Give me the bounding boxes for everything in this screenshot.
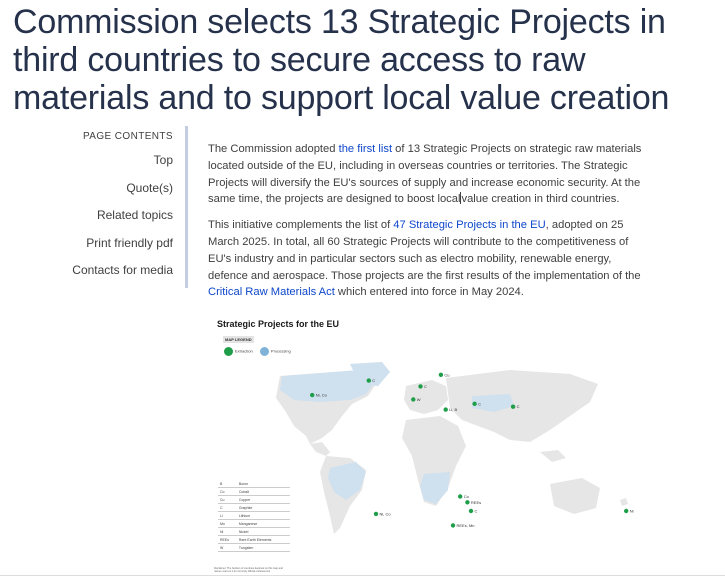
project-marker <box>366 378 371 383</box>
abbreviation-name: Graphite <box>236 503 290 512</box>
legend-processing-label: Processing <box>270 348 291 354</box>
page-contents-nav: PAGE CONTENTS Top Quote(s) Related topic… <box>60 126 188 288</box>
project-marker-label: Co <box>464 494 470 499</box>
project-marker <box>438 372 444 377</box>
se-asia-shape <box>540 450 566 462</box>
project-marker <box>418 384 423 389</box>
abbreviation-row: REEs Rare Earth Elements <box>218 535 290 544</box>
abbreviation-code: Co <box>218 487 237 496</box>
eu-projects-link[interactable]: 47 Strategic Projects in the EU <box>393 219 545 231</box>
abbreviation-row: Ni Nickel <box>218 527 290 536</box>
legend-extraction: Extraction <box>224 347 253 356</box>
project-marker-label: Ni, Co <box>316 393 328 398</box>
project-marker-label: Cu <box>444 372 449 377</box>
strategic-projects-map: Strategic Projects for the EU MAP LEGEND… <box>210 312 643 577</box>
map-title: Strategic Projects for the EU <box>217 319 340 329</box>
abbreviation-code: W <box>218 543 237 552</box>
project-marker <box>472 401 477 406</box>
abbreviation-name: Tungsten <box>236 543 290 552</box>
map-disclaimer: Disclaimer: The borders of countries dep… <box>214 567 283 573</box>
abbreviation-name: Lithium <box>236 511 290 520</box>
project-marker <box>443 407 448 412</box>
project-marker-label: C <box>424 384 427 389</box>
abbreviation-code: REEs <box>218 535 237 544</box>
page-title: Commission selects 13 Strategic Projects… <box>13 3 670 117</box>
project-marker-label: C <box>478 401 481 406</box>
project-marker <box>373 511 379 517</box>
project-marker-label: C <box>372 378 375 383</box>
abbreviation-code: B <box>218 480 237 488</box>
project-marker <box>458 494 463 499</box>
abbreviation-code: Cu <box>218 495 237 504</box>
project-marker <box>310 392 315 398</box>
abbreviation-table: B Boron Co Cobalt Cu Copper C Graphite Li Lithium… <box>218 480 290 552</box>
legend-processing: Processing <box>259 347 291 356</box>
p1-text-1: The Commission adopted <box>208 143 339 155</box>
abbreviation-row: Mn Manganese <box>218 519 290 528</box>
abbreviation-name: Nickel <box>236 527 290 536</box>
project-marker-label: Li, B <box>449 407 457 412</box>
abbreviation-row: B Boron <box>218 480 290 488</box>
paragraph-2: This initiative complements the list of … <box>208 217 653 301</box>
abbreviation-code: Li <box>218 511 237 520</box>
toc-link-contacts-media[interactable]: Contacts for media <box>60 263 173 277</box>
map-legend-tag: MAP LEGEND <box>223 336 254 343</box>
map-legend: Extraction Processing <box>224 347 297 356</box>
abbreviation-row: W Tungsten <box>218 543 290 552</box>
australia-shape <box>550 478 600 514</box>
extraction-icon <box>224 347 233 356</box>
abbreviation-name: Manganese <box>236 519 290 528</box>
p1-text-3: value creation in third countries. <box>461 193 620 206</box>
project-marker-label: REEs <box>471 500 481 505</box>
project-marker-label: Ni, Co <box>380 511 392 516</box>
project-marker-label: Ni <box>630 509 634 514</box>
project-marker <box>468 508 474 514</box>
abbreviation-name: Rare Earth Elements <box>236 535 290 544</box>
abbreviation-row: Co Cobalt <box>218 487 290 496</box>
abbreviation-code: C <box>218 503 237 512</box>
toc-link-quotes[interactable]: Quote(s) <box>60 181 173 195</box>
toc-link-top[interactable]: Top <box>60 153 173 167</box>
p2-text-1: This initiative complements the list of <box>208 219 394 232</box>
abbreviation-name: Copper <box>236 495 290 504</box>
project-marker <box>411 397 416 402</box>
p2-text-3: which entered into force in May 2024. <box>334 286 524 299</box>
project-marker-label: REEs, Mn <box>457 523 475 528</box>
project-marker <box>450 523 456 528</box>
legend-extraction-label: Extraction <box>235 348 253 354</box>
southern-africa-shape <box>420 472 450 504</box>
toc-link-print-pdf[interactable]: Print friendly pdf <box>60 236 173 250</box>
toc-link-related-topics[interactable]: Related topics <box>60 208 173 222</box>
bottom-divider <box>0 575 725 576</box>
project-marker <box>624 508 629 514</box>
project-marker-label: C <box>517 404 520 409</box>
new-caledonia-shape <box>620 498 628 506</box>
project-marker <box>465 500 470 505</box>
processing-icon <box>259 347 269 356</box>
abbreviation-code: Ni <box>218 527 237 536</box>
crma-link[interactable]: Critical Raw Materials Act <box>208 286 335 298</box>
first-list-link[interactable]: the first list <box>339 143 392 155</box>
paragraph-1: The Commission adopted the first list of… <box>208 141 653 208</box>
project-marker <box>510 404 516 409</box>
article-body: The Commission adopted the first list of… <box>208 141 653 310</box>
abbreviation-name: Boron <box>236 480 290 488</box>
project-marker-label: W <box>417 397 421 402</box>
central-america-shape <box>310 442 330 456</box>
abbreviation-row: Li Lithium <box>218 511 290 520</box>
abbreviation-row: Cu Copper <box>218 495 290 504</box>
abbreviation-name: Cobalt <box>236 487 290 496</box>
asia-shape <box>446 370 598 442</box>
page-contents-title: PAGE CONTENTS <box>82 131 173 142</box>
project-marker-label: C <box>475 509 478 514</box>
abbreviation-row: C Graphite <box>218 503 290 512</box>
abbreviation-code: Mn <box>218 519 237 528</box>
